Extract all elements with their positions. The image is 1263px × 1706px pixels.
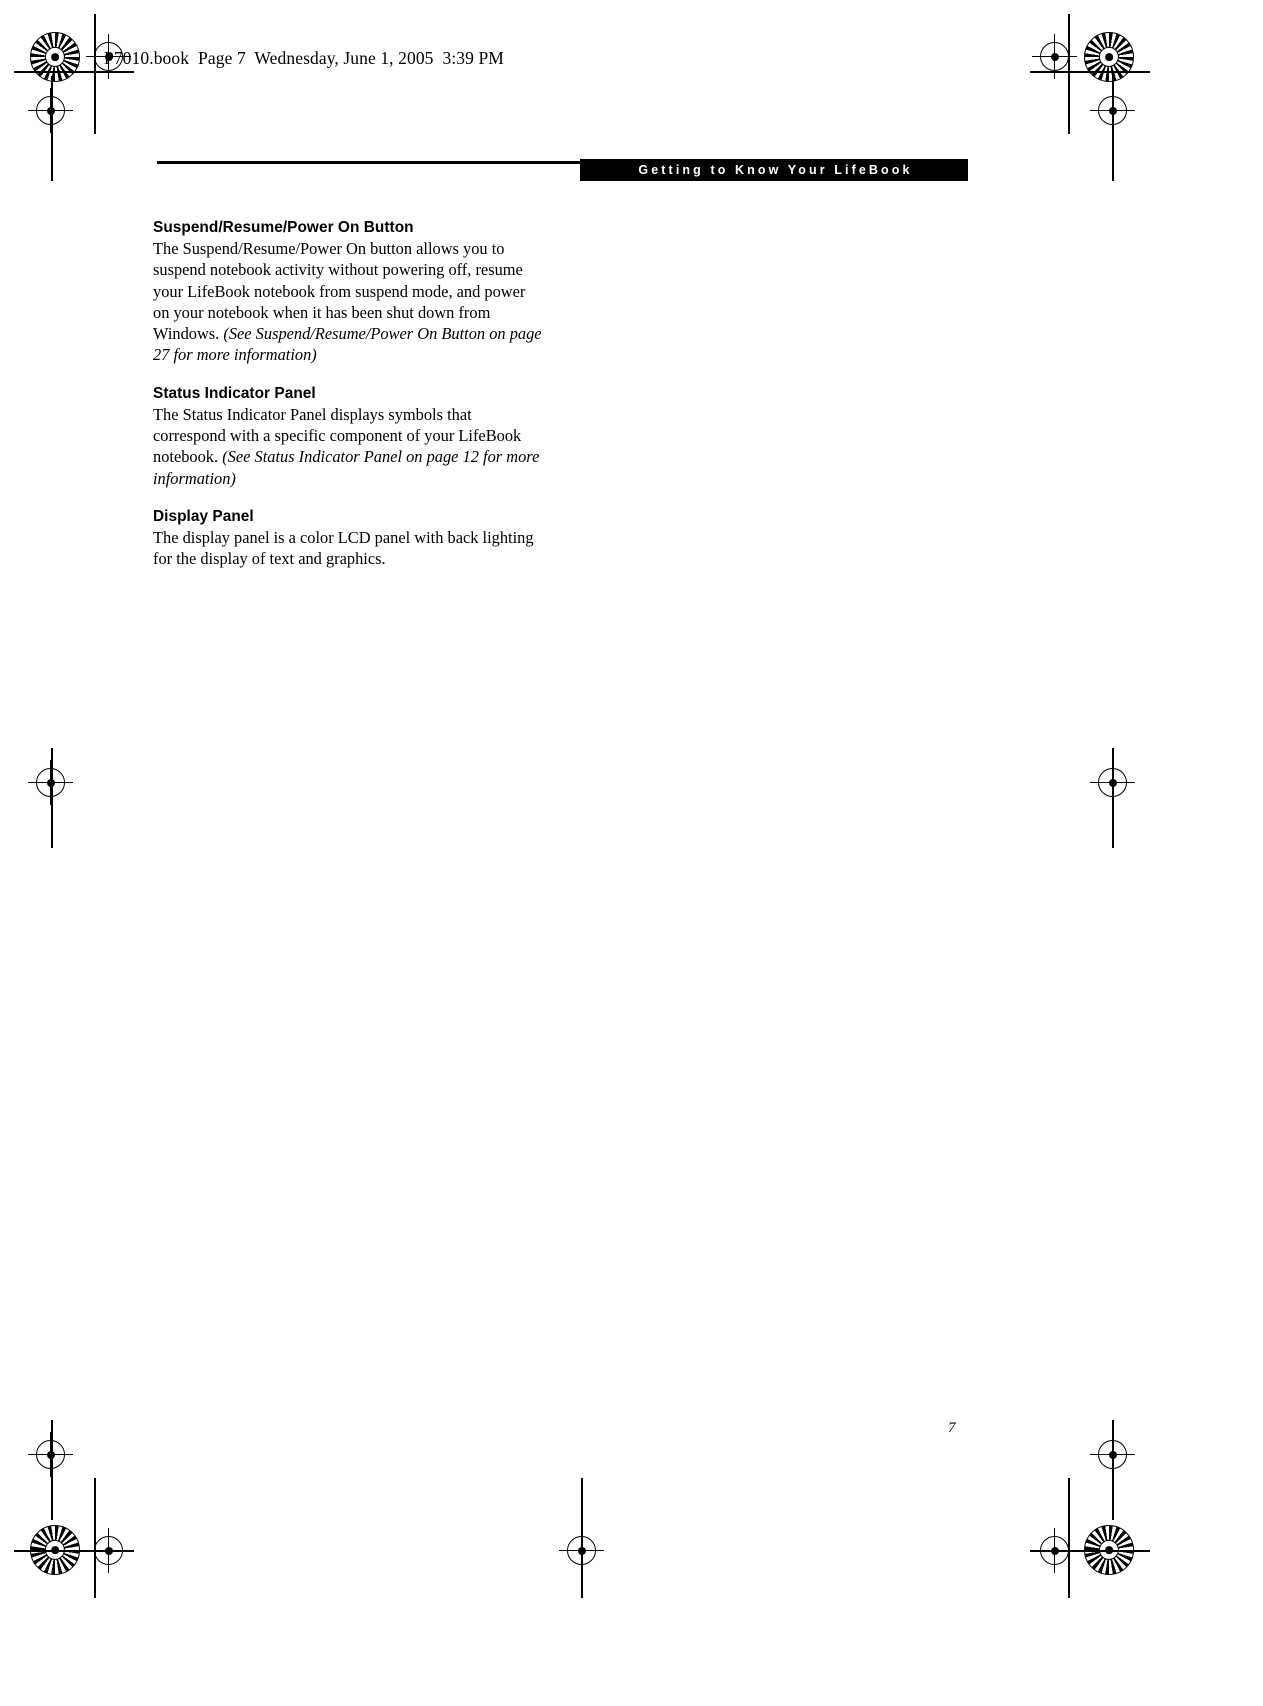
file-header-stamp: P7010.book Page 7 Wednesday, June 1, 200… <box>104 48 504 68</box>
crop-mark-bottom-horizontal-right <box>1030 1550 1150 1552</box>
page-number: 7 <box>948 1420 956 1436</box>
section-paragraph-display-panel: The display panel is a color LCD panel w… <box>153 527 545 570</box>
starburst-center-dot <box>1105 53 1113 61</box>
header-rule <box>157 161 631 164</box>
crop-mark-right-vertical-top <box>1068 14 1070 134</box>
section-heading-suspend-resume-power-on-button: Suspend/Resume/Power On Button <box>153 219 414 236</box>
crop-mark-top-horizontal-right <box>1030 71 1150 73</box>
crop-mark-left-vertical-lower <box>51 1420 53 1520</box>
starburst-center-dot <box>51 53 59 61</box>
crop-mark-left-vertical-top <box>94 14 96 134</box>
registration-dot <box>1050 52 1059 61</box>
section-heading-status-indicator-panel: Status Indicator Panel <box>153 384 316 402</box>
section-paragraph-suspend-resume-power-on-button: The Suspend/Resume/Power On button allow… <box>153 238 545 366</box>
press-starburst-top-right <box>1084 32 1134 82</box>
paragraph-text: The display panel is a color LCD panel w… <box>153 527 534 569</box>
crop-mark-right-vertical-lower <box>1112 1420 1114 1520</box>
section-paragraph-status-indicator-panel: The Status Indicator Panel displays symb… <box>153 404 545 489</box>
chapter-banner: Getting to Know Your LifeBook <box>580 159 968 181</box>
document-body: Suspend/Resume/Power On Button The Suspe… <box>153 218 545 570</box>
registration-mark-top-right-inner <box>1032 34 1077 79</box>
crop-mark-center-vertical-bottom <box>581 1478 583 1598</box>
section-heading-display-panel: Display Panel <box>153 507 254 525</box>
crop-mark-left-vertical-bottom <box>94 1478 96 1598</box>
crop-mark-top-horizontal-left <box>14 71 134 73</box>
crop-mark-right-vertical-bottom <box>1068 1478 1070 1598</box>
press-starburst-top-left <box>30 32 80 82</box>
crop-mark-right-vertical-upper <box>1112 76 1114 181</box>
crop-mark-bottom-horizontal-left <box>14 1550 134 1552</box>
chapter-banner-label: Getting to Know Your LifeBook <box>638 162 913 177</box>
crop-mark-left-vertical-middle <box>51 748 53 848</box>
crop-mark-left-vertical-upper <box>51 76 53 181</box>
crop-mark-right-vertical-middle <box>1112 748 1114 848</box>
